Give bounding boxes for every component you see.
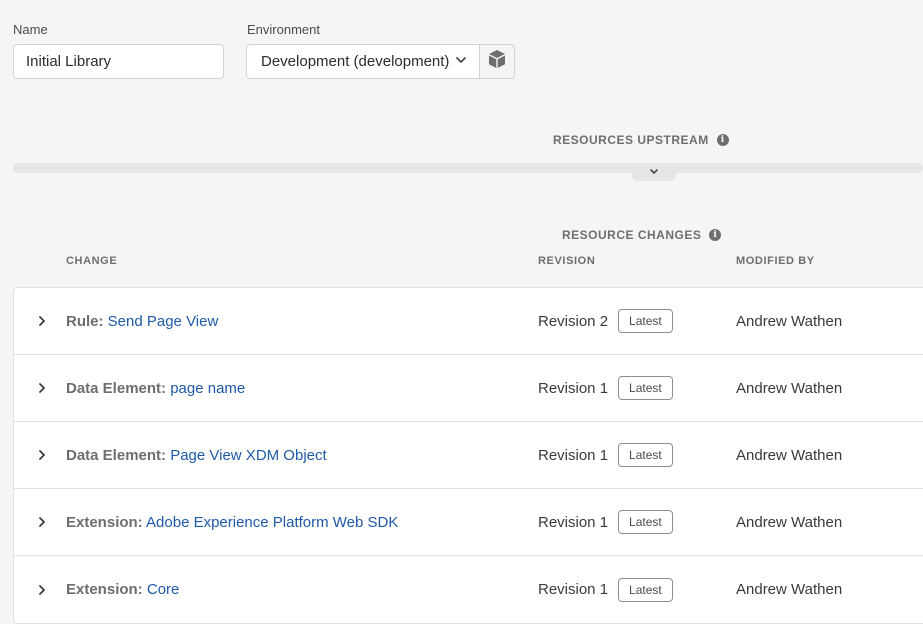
change-type: Data Element: <box>66 446 167 464</box>
change-type: Rule: <box>66 312 104 330</box>
change-cell: Extension: Core <box>66 581 179 598</box>
modified-by-cell: Andrew Wathen <box>736 312 843 330</box>
change-link[interactable]: Page View XDM Object <box>170 447 326 464</box>
revision-cell: Revision 1 Latest <box>538 510 673 534</box>
info-icon[interactable]: i <box>716 134 729 146</box>
change-cell: Data Element: Page View XDM Object <box>66 447 327 464</box>
latest-badge: Latest <box>618 577 673 602</box>
modified-by-cell: Andrew Wathen <box>736 379 843 397</box>
table-row: Rule: Send Page View Revision 2 Latest A… <box>14 288 923 355</box>
table-row: Extension: Adobe Experience Platform Web… <box>14 489 923 556</box>
environment-label: Environment <box>247 22 320 37</box>
package-icon <box>487 49 507 74</box>
revision-cell: Revision 1 Latest <box>538 376 673 400</box>
resources-upstream-bar <box>13 163 923 173</box>
revision-cell: Revision 1 Latest <box>538 443 673 467</box>
change-cell: Extension: Adobe Experience Platform Web… <box>66 514 398 531</box>
revision-cell: Revision 2 Latest <box>538 309 673 333</box>
library-name-input[interactable] <box>13 44 224 79</box>
row-expand-chevron-right-icon[interactable] <box>34 514 50 530</box>
change-type: Data Element: <box>66 379 167 397</box>
column-header-revision: REVISION <box>538 255 596 267</box>
chevron-down-icon <box>649 163 659 181</box>
row-expand-chevron-right-icon[interactable] <box>34 447 50 463</box>
latest-badge: Latest <box>618 443 673 467</box>
change-link[interactable]: Core <box>147 581 180 598</box>
column-header-change: CHANGE <box>66 255 118 267</box>
resources-upstream-label: RESOURCES UPSTREAM <box>553 133 709 147</box>
change-link[interactable]: Adobe Experience Platform Web SDK <box>146 514 398 531</box>
environment-select-value: Development (development) <box>261 53 450 70</box>
info-icon[interactable]: i <box>709 229 722 241</box>
change-type: Extension: <box>66 581 143 598</box>
change-link[interactable]: page name <box>170 380 245 397</box>
modified-by-cell: Andrew Wathen <box>736 581 843 598</box>
change-cell: Rule: Send Page View <box>66 313 218 330</box>
environment-select[interactable]: Development (development) <box>246 44 480 79</box>
table-row: Data Element: Page View XDM Object Revis… <box>14 422 923 489</box>
resource-changes-title: RESOURCE CHANGES i <box>562 228 722 242</box>
change-type: Extension: <box>66 513 143 531</box>
resources-upstream-title: RESOURCES UPSTREAM i <box>553 133 729 147</box>
row-expand-chevron-right-icon[interactable] <box>34 582 50 598</box>
latest-badge: Latest <box>618 510 673 534</box>
revision-text: Revision 1 <box>538 379 609 397</box>
row-expand-chevron-right-icon[interactable] <box>34 313 50 329</box>
table-row: Data Element: page name Revision 1 Lates… <box>14 355 923 422</box>
revision-text: Revision 2 <box>538 312 609 330</box>
environment-package-button[interactable] <box>479 44 515 79</box>
name-label: Name <box>13 22 48 37</box>
modified-by-cell: Andrew Wathen <box>736 513 843 531</box>
revision-text: Revision 1 <box>538 446 609 464</box>
change-cell: Data Element: page name <box>66 380 245 397</box>
resource-changes-label: RESOURCE CHANGES <box>562 228 702 242</box>
revision-text: Revision 1 <box>538 513 609 531</box>
resource-changes-table: Rule: Send Page View Revision 2 Latest A… <box>13 287 923 624</box>
column-header-modified-by: MODIFIED BY <box>736 255 815 267</box>
revision-text: Revision 1 <box>538 581 609 598</box>
modified-by-cell: Andrew Wathen <box>736 446 843 464</box>
latest-badge: Latest <box>618 376 673 400</box>
row-expand-chevron-right-icon[interactable] <box>34 380 50 396</box>
upstream-expand-toggle[interactable] <box>632 163 676 181</box>
table-row: Extension: Core Revision 1 Latest Andrew… <box>14 556 923 623</box>
change-link[interactable]: Send Page View <box>108 313 219 330</box>
latest-badge: Latest <box>618 309 673 333</box>
revision-cell: Revision 1 Latest <box>538 577 673 602</box>
chevron-down-icon <box>455 53 467 70</box>
